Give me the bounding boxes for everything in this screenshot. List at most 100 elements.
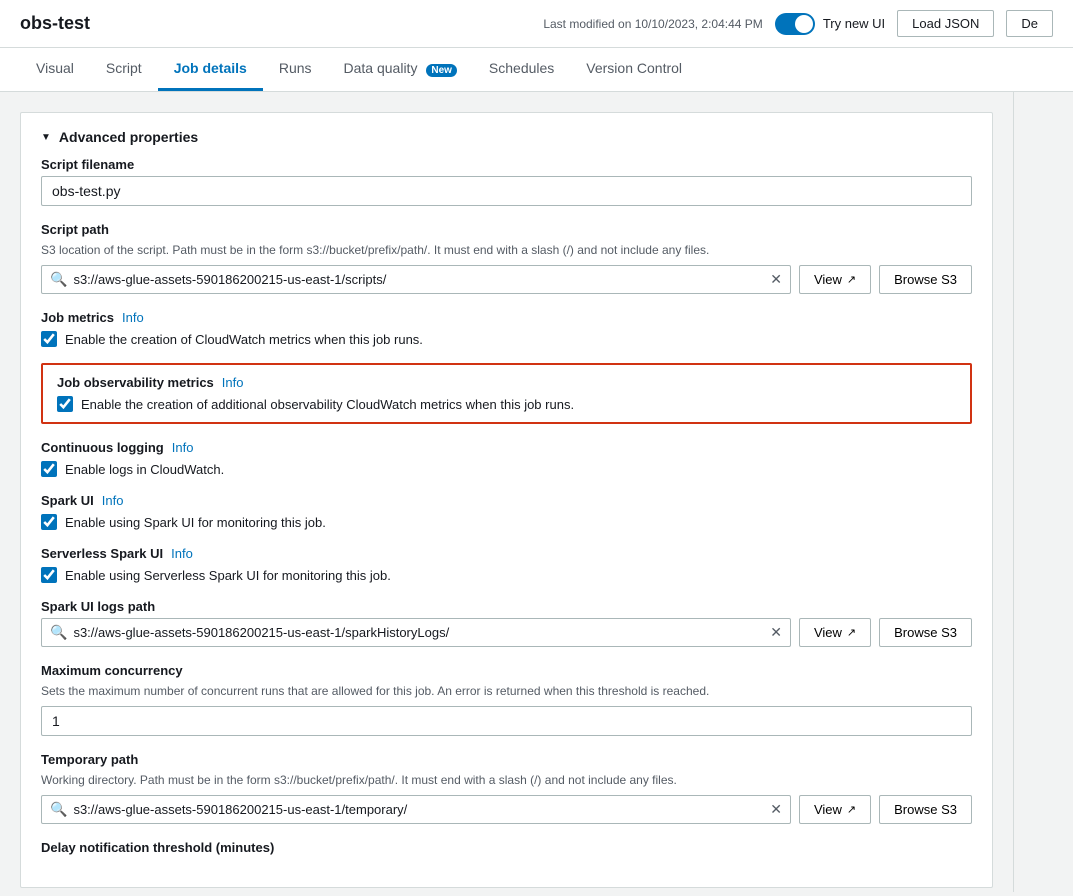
try-new-ui-label: Try new UI xyxy=(823,16,885,31)
spark-ui-checkbox[interactable] xyxy=(41,514,57,530)
job-metrics-label: Job metrics xyxy=(41,310,114,325)
serverless-spark-ui-checkbox-label: Enable using Serverless Spark UI for mon… xyxy=(65,568,391,583)
page-layout: ▼ Advanced properties Script filename Sc… xyxy=(0,92,1073,892)
script-path-group: Script path S3 location of the script. P… xyxy=(41,222,972,294)
max-concurrency-group: Maximum concurrency Sets the maximum num… xyxy=(41,663,972,736)
job-metrics-checkbox[interactable] xyxy=(41,331,57,347)
max-concurrency-desc: Sets the maximum number of concurrent ru… xyxy=(41,682,972,700)
script-path-input-wrap: 🔍 ✕ xyxy=(41,265,791,294)
de-button[interactable]: De xyxy=(1006,10,1053,37)
serverless-spark-ui-info-link[interactable]: Info xyxy=(171,546,193,561)
spark-ui-label-row: Spark UI Info xyxy=(41,493,972,508)
last-modified-text: Last modified on 10/10/2023, 2:04:44 PM xyxy=(543,17,763,31)
temp-path-browse-button[interactable]: Browse S3 xyxy=(879,795,972,824)
temp-path-input-wrap: 🔍 ✕ xyxy=(41,795,791,824)
temporary-path-group: Temporary path Working directory. Path m… xyxy=(41,752,972,824)
serverless-spark-ui-label: Serverless Spark UI xyxy=(41,546,163,561)
job-observability-checkbox[interactable] xyxy=(57,396,73,412)
continuous-logging-group: Continuous logging Info Enable logs in C… xyxy=(41,440,972,477)
spark-logs-view-button[interactable]: View ↗ xyxy=(799,618,871,647)
temporary-path-input[interactable] xyxy=(73,796,766,823)
spark-ui-group: Spark UI Info Enable using Spark UI for … xyxy=(41,493,972,530)
spark-ui-logs-path-input-row: 🔍 ✕ View ↗ Browse S3 xyxy=(41,618,972,647)
script-path-view-button[interactable]: View ↗ xyxy=(799,265,871,294)
script-filename-group: Script filename xyxy=(41,157,972,206)
search-icon: 🔍 xyxy=(50,271,67,288)
search-icon-2: 🔍 xyxy=(50,624,67,641)
job-metrics-checkbox-label: Enable the creation of CloudWatch metric… xyxy=(65,332,423,347)
right-panel xyxy=(1013,92,1073,892)
app-title: obs-test xyxy=(20,13,90,34)
serverless-spark-ui-checkbox-row: Enable using Serverless Spark UI for mon… xyxy=(41,567,972,583)
section-title: Advanced properties xyxy=(59,129,198,145)
main-scroll-area: ▼ Advanced properties Script filename Sc… xyxy=(0,92,1013,892)
tab-runs[interactable]: Runs xyxy=(263,48,328,91)
external-link-icon-2: ↗ xyxy=(847,626,856,639)
tab-bar: Visual Script Job details Runs Data qual… xyxy=(0,48,1073,92)
script-path-input-row: 🔍 ✕ View ↗ Browse S3 xyxy=(41,265,972,294)
script-path-label: Script path xyxy=(41,222,972,237)
continuous-logging-checkbox-label: Enable logs in CloudWatch. xyxy=(65,462,224,477)
job-observability-checkbox-row: Enable the creation of additional observ… xyxy=(57,396,956,412)
tab-schedules[interactable]: Schedules xyxy=(473,48,570,91)
page-header: obs-test Last modified on 10/10/2023, 2:… xyxy=(0,0,1073,48)
header-actions: Last modified on 10/10/2023, 2:04:44 PM … xyxy=(543,10,1053,37)
spark-ui-logs-path-input[interactable] xyxy=(73,619,766,646)
spark-ui-logs-path-group: Spark UI logs path 🔍 ✕ View ↗ Browse S3 xyxy=(41,599,972,647)
script-filename-input[interactable] xyxy=(41,176,972,206)
script-filename-label: Script filename xyxy=(41,157,972,172)
tab-job-details[interactable]: Job details xyxy=(158,48,263,91)
load-json-button[interactable]: Load JSON xyxy=(897,10,994,37)
try-new-ui-toggle[interactable] xyxy=(775,13,815,35)
job-observability-label: Job observability metrics xyxy=(57,375,214,390)
spark-ui-checkbox-row: Enable using Spark UI for monitoring thi… xyxy=(41,514,972,530)
script-path-browse-button[interactable]: Browse S3 xyxy=(879,265,972,294)
spark-ui-checkbox-label: Enable using Spark UI for monitoring thi… xyxy=(65,515,326,530)
spark-ui-info-link[interactable]: Info xyxy=(102,493,124,508)
max-concurrency-input[interactable] xyxy=(41,706,972,736)
serverless-spark-ui-group: Serverless Spark UI Info Enable using Se… xyxy=(41,546,972,583)
temporary-path-label: Temporary path xyxy=(41,752,972,767)
continuous-logging-label-row: Continuous logging Info xyxy=(41,440,972,455)
data-quality-badge: New xyxy=(426,64,457,77)
tab-version-control[interactable]: Version Control xyxy=(570,48,698,91)
continuous-logging-info-link[interactable]: Info xyxy=(172,440,194,455)
clear-icon-2[interactable]: ✕ xyxy=(770,624,782,641)
delay-notification-label: Delay notification threshold (minutes) xyxy=(41,840,972,855)
continuous-logging-checkbox-row: Enable logs in CloudWatch. xyxy=(41,461,972,477)
external-link-icon-3: ↗ xyxy=(847,803,856,816)
try-new-ui-toggle-container: Try new UI xyxy=(775,13,885,35)
spark-logs-browse-button[interactable]: Browse S3 xyxy=(879,618,972,647)
advanced-properties-section: ▼ Advanced properties Script filename Sc… xyxy=(20,112,993,888)
continuous-logging-checkbox[interactable] xyxy=(41,461,57,477)
script-path-desc: S3 location of the script. Path must be … xyxy=(41,241,972,259)
external-link-icon: ↗ xyxy=(847,273,856,286)
continuous-logging-label: Continuous logging xyxy=(41,440,164,455)
temporary-path-input-row: 🔍 ✕ View ↗ Browse S3 xyxy=(41,795,972,824)
spark-ui-label: Spark UI xyxy=(41,493,94,508)
tab-data-quality[interactable]: Data quality New xyxy=(328,48,473,91)
script-path-input[interactable] xyxy=(73,266,766,293)
clear-icon[interactable]: ✕ xyxy=(770,271,782,288)
clear-icon-3[interactable]: ✕ xyxy=(770,801,782,818)
job-metrics-checkbox-row: Enable the creation of CloudWatch metric… xyxy=(41,331,972,347)
job-observability-info-link[interactable]: Info xyxy=(222,375,244,390)
temporary-path-desc: Working directory. Path must be in the f… xyxy=(41,771,972,789)
serverless-spark-ui-checkbox[interactable] xyxy=(41,567,57,583)
spark-ui-logs-path-label: Spark UI logs path xyxy=(41,599,972,614)
job-observability-checkbox-label: Enable the creation of additional observ… xyxy=(81,397,574,412)
temp-path-view-button[interactable]: View ↗ xyxy=(799,795,871,824)
job-metrics-label-row: Job metrics Info xyxy=(41,310,972,325)
spark-logs-input-wrap: 🔍 ✕ xyxy=(41,618,791,647)
serverless-spark-ui-label-row: Serverless Spark UI Info xyxy=(41,546,972,561)
section-header: ▼ Advanced properties xyxy=(41,129,972,145)
job-metrics-info-link[interactable]: Info xyxy=(122,310,144,325)
job-observability-group: Job observability metrics Info Enable th… xyxy=(41,363,972,424)
max-concurrency-label: Maximum concurrency xyxy=(41,663,972,678)
job-metrics-group: Job metrics Info Enable the creation of … xyxy=(41,310,972,347)
search-icon-3: 🔍 xyxy=(50,801,67,818)
collapse-icon[interactable]: ▼ xyxy=(41,132,51,143)
delay-notification-group: Delay notification threshold (minutes) xyxy=(41,840,972,855)
tab-script[interactable]: Script xyxy=(90,48,158,91)
tab-visual[interactable]: Visual xyxy=(20,48,90,91)
